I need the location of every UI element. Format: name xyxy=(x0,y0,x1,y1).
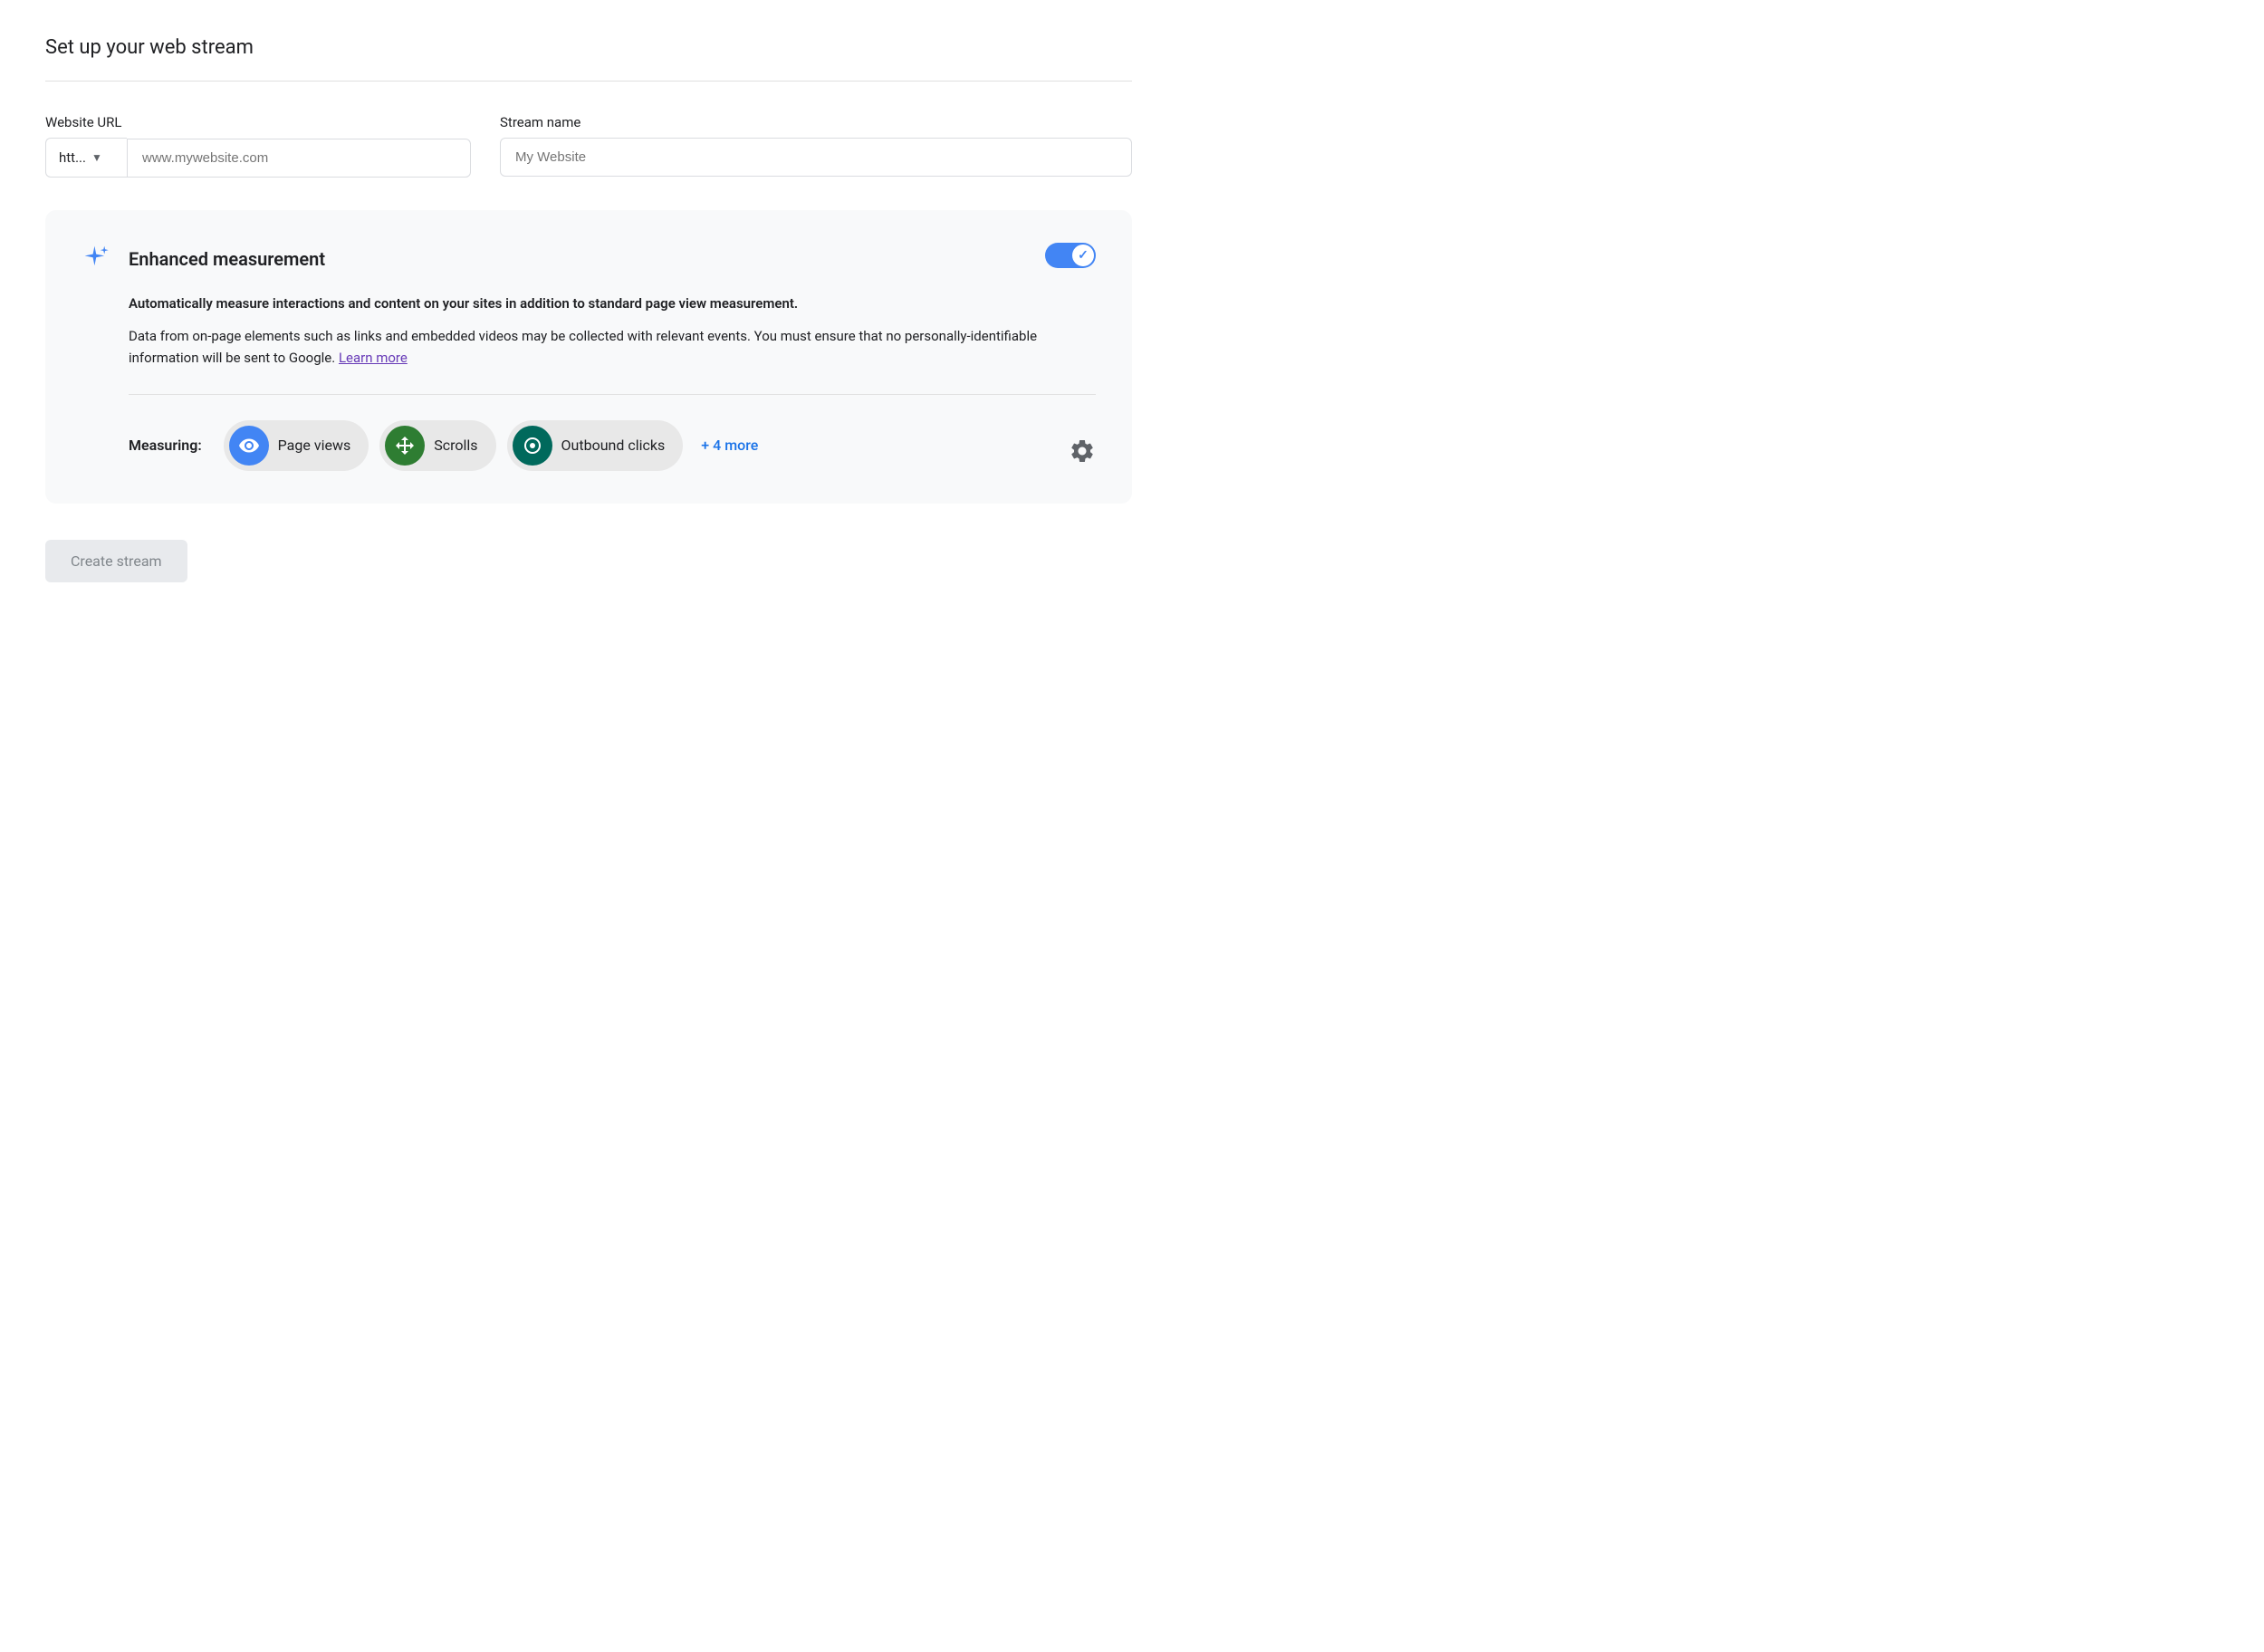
outbound-clicks-icon xyxy=(513,426,552,466)
website-url-label: Website URL xyxy=(45,114,471,130)
toggle-thumb: ✓ xyxy=(1072,245,1094,266)
check-icon: ✓ xyxy=(1078,248,1089,263)
more-link[interactable]: + 4 more xyxy=(701,437,758,454)
outbound-clicks-chip[interactable]: Outbound clicks xyxy=(507,420,684,471)
card-desc-normal: Data from on-page elements such as links… xyxy=(129,325,1096,369)
url-input-row: htt... ▼ xyxy=(45,138,471,178)
enhanced-measurement-title: Enhanced measurement xyxy=(129,248,325,270)
toggle-track: ✓ xyxy=(1045,243,1096,268)
card-body: Automatically measure interactions and c… xyxy=(82,293,1096,471)
scrolls-label: Scrolls xyxy=(434,437,477,454)
settings-gear-icon[interactable] xyxy=(1069,437,1096,471)
measurement-chips: Page views Scrolls xyxy=(224,420,1096,471)
url-stream-section: Website URL htt... ▼ Stream name xyxy=(45,114,1132,178)
measuring-label: Measuring: xyxy=(129,437,202,454)
outbound-clicks-label: Outbound clicks xyxy=(561,437,666,454)
measuring-row: Measuring: Page views xyxy=(129,420,1096,471)
card-desc-bold: Automatically measure interactions and c… xyxy=(129,293,1096,314)
website-url-field-group: Website URL htt... ▼ xyxy=(45,114,471,178)
scrolls-chip[interactable]: Scrolls xyxy=(379,420,495,471)
sparkle-icon xyxy=(82,243,114,275)
protocol-dropdown[interactable]: htt... ▼ xyxy=(45,138,127,178)
scrolls-icon xyxy=(385,426,425,466)
protocol-text: htt... xyxy=(59,149,86,166)
chevron-down-icon: ▼ xyxy=(91,151,102,164)
header-divider xyxy=(45,81,1132,82)
page-views-label: Page views xyxy=(278,437,351,454)
card-header: Enhanced measurement xyxy=(82,243,1096,275)
url-input[interactable] xyxy=(127,139,471,178)
page-title: Set up your web stream xyxy=(45,36,1132,59)
stream-name-label: Stream name xyxy=(500,114,1132,130)
page-views-icon xyxy=(229,426,269,466)
enhanced-toggle[interactable]: ✓ xyxy=(1045,243,1096,268)
page-views-chip[interactable]: Page views xyxy=(224,420,369,471)
card-divider xyxy=(129,394,1096,395)
enhanced-measurement-card: ✓ Enhanced measurement Automatically mea… xyxy=(45,210,1132,504)
stream-name-input[interactable] xyxy=(500,138,1132,177)
learn-more-link[interactable]: Learn more xyxy=(339,350,408,366)
stream-name-field-group: Stream name xyxy=(500,114,1132,177)
enhanced-toggle-container[interactable]: ✓ xyxy=(1045,243,1096,268)
create-stream-button[interactable]: Create stream xyxy=(45,540,187,582)
